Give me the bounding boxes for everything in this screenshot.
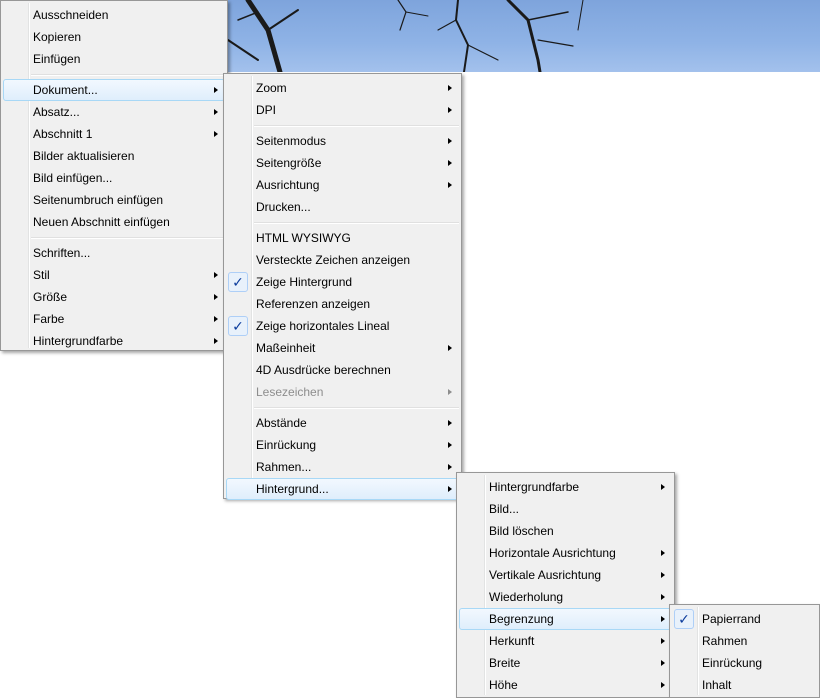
chevron-right-icon: [448, 464, 452, 470]
menu-item-farbe[interactable]: Farbe: [1, 308, 227, 330]
menu-item-masseinheit[interactable]: Maßeinheit: [224, 337, 461, 359]
menu-item-html-wysiwyg[interactable]: HTML WYSIWYG: [224, 227, 461, 249]
menu-item-begrenzung[interactable]: Begrenzung: [457, 608, 674, 630]
menu-item-abschnitt[interactable]: Abschnitt 1: [1, 123, 227, 145]
chevron-right-icon: [661, 594, 665, 600]
menu-item-hintergrundfarbe[interactable]: Hintergrundfarbe: [457, 476, 674, 498]
menu-item-bilder-aktualisieren[interactable]: Bilder aktualisieren: [1, 145, 227, 167]
menu-item-seitenumbruch-einfuegen[interactable]: Seitenumbruch einfügen: [1, 189, 227, 211]
chevron-right-icon: [448, 486, 452, 492]
menu-item-ausschneiden[interactable]: Ausschneiden: [1, 4, 227, 26]
menu-item-bild[interactable]: Bild...: [457, 498, 674, 520]
menu-item-ausrichtung[interactable]: Ausrichtung: [224, 174, 461, 196]
menu-item-neuen-abschnitt-einfuegen[interactable]: Neuen Abschnitt einfügen: [1, 211, 227, 233]
menu-item-dokument[interactable]: Dokument...: [1, 79, 227, 101]
chevron-right-icon: [214, 87, 218, 93]
chevron-right-icon: [448, 345, 452, 351]
menu-item-hoehe[interactable]: Höhe: [457, 674, 674, 696]
menu-item-zoom[interactable]: Zoom: [224, 77, 461, 99]
menu-item-lesezeichen: Lesezeichen: [224, 381, 461, 403]
menu-item-rahmen[interactable]: Rahmen...: [224, 456, 461, 478]
menu-item-bild-einfuegen[interactable]: Bild einfügen...: [1, 167, 227, 189]
menu-separator: [254, 125, 459, 127]
menu-separator: [254, 222, 459, 224]
menu-item-rahmen-option[interactable]: Rahmen: [670, 630, 819, 652]
menu-item-einrueckung[interactable]: Einrückung: [224, 434, 461, 456]
chevron-right-icon: [214, 338, 218, 344]
chevron-right-icon: [661, 638, 665, 644]
menu-separator: [31, 74, 225, 76]
chevron-right-icon: [214, 272, 218, 278]
background-photo: [228, 0, 820, 72]
chevron-right-icon: [661, 682, 665, 688]
menu-item-zeige-lineal[interactable]: ✓ Zeige horizontales Lineal: [224, 315, 461, 337]
menu-item-seitengroesse[interactable]: Seitengröße: [224, 152, 461, 174]
chevron-right-icon: [214, 131, 218, 137]
chevron-right-icon: [448, 85, 452, 91]
menu-item-zeige-hintergrund[interactable]: ✓ Zeige Hintergrund: [224, 271, 461, 293]
chevron-right-icon: [661, 572, 665, 578]
menu-separator: [254, 407, 459, 409]
tree-branches-image: [228, 0, 584, 72]
menu-item-horizontale-ausrichtung[interactable]: Horizontale Ausrichtung: [457, 542, 674, 564]
menu-item-inhalt[interactable]: Inhalt: [670, 674, 819, 696]
menu-item-hintergrundfarbe[interactable]: Hintergrundfarbe: [1, 330, 227, 352]
chevron-right-icon: [661, 484, 665, 490]
menu-item-breite[interactable]: Breite: [457, 652, 674, 674]
menu-item-papierrand[interactable]: ✓ Papierrand: [670, 608, 819, 630]
submenu-dokument: Zoom DPI Seitenmodus Seitengröße Ausrich…: [223, 73, 462, 500]
checkmark-icon: ✓: [674, 609, 694, 629]
submenu-hintergrund: Hintergrundfarbe Bild... Bild löschen Ho…: [456, 472, 675, 698]
menu-separator: [31, 237, 225, 239]
menu-item-vertikale-ausrichtung[interactable]: Vertikale Ausrichtung: [457, 564, 674, 586]
menu-item-schriften[interactable]: Schriften...: [1, 242, 227, 264]
menu-item-drucken[interactable]: Drucken...: [224, 196, 461, 218]
chevron-right-icon: [214, 109, 218, 115]
chevron-right-icon: [448, 107, 452, 113]
menu-item-kopieren[interactable]: Kopieren: [1, 26, 227, 48]
menu-item-absatz[interactable]: Absatz...: [1, 101, 227, 123]
submenu-begrenzung: ✓ Papierrand Rahmen Einrückung Inhalt: [669, 604, 820, 698]
menu-item-hintergrund[interactable]: Hintergrund...: [224, 478, 461, 500]
menu-item-4d-ausdruecke[interactable]: 4D Ausdrücke berechnen: [224, 359, 461, 381]
chevron-right-icon: [448, 420, 452, 426]
checkmark-icon: ✓: [228, 272, 248, 292]
chevron-right-icon: [448, 160, 452, 166]
menu-item-stil[interactable]: Stil: [1, 264, 227, 286]
menu-item-referenzen-anzeigen[interactable]: Referenzen anzeigen: [224, 293, 461, 315]
context-menu: Ausschneiden Kopieren Einfügen Dokument.…: [0, 0, 228, 351]
checkmark-icon: ✓: [228, 316, 248, 336]
menu-item-versteckte-zeichen[interactable]: Versteckte Zeichen anzeigen: [224, 249, 461, 271]
chevron-right-icon: [448, 442, 452, 448]
menu-item-herkunft[interactable]: Herkunft: [457, 630, 674, 652]
chevron-right-icon: [214, 316, 218, 322]
chevron-right-icon: [448, 182, 452, 188]
chevron-right-icon: [661, 616, 665, 622]
chevron-right-icon: [661, 550, 665, 556]
menu-item-groesse[interactable]: Größe: [1, 286, 227, 308]
chevron-right-icon: [448, 389, 452, 395]
menu-item-wiederholung[interactable]: Wiederholung: [457, 586, 674, 608]
chevron-right-icon: [661, 660, 665, 666]
menu-item-einfuegen[interactable]: Einfügen: [1, 48, 227, 70]
chevron-right-icon: [214, 294, 218, 300]
menu-item-dpi[interactable]: DPI: [224, 99, 461, 121]
menu-item-einrueckung-option[interactable]: Einrückung: [670, 652, 819, 674]
menu-item-abstaende[interactable]: Abstände: [224, 412, 461, 434]
chevron-right-icon: [448, 138, 452, 144]
menu-item-bild-loeschen[interactable]: Bild löschen: [457, 520, 674, 542]
menu-item-seitenmodus[interactable]: Seitenmodus: [224, 130, 461, 152]
